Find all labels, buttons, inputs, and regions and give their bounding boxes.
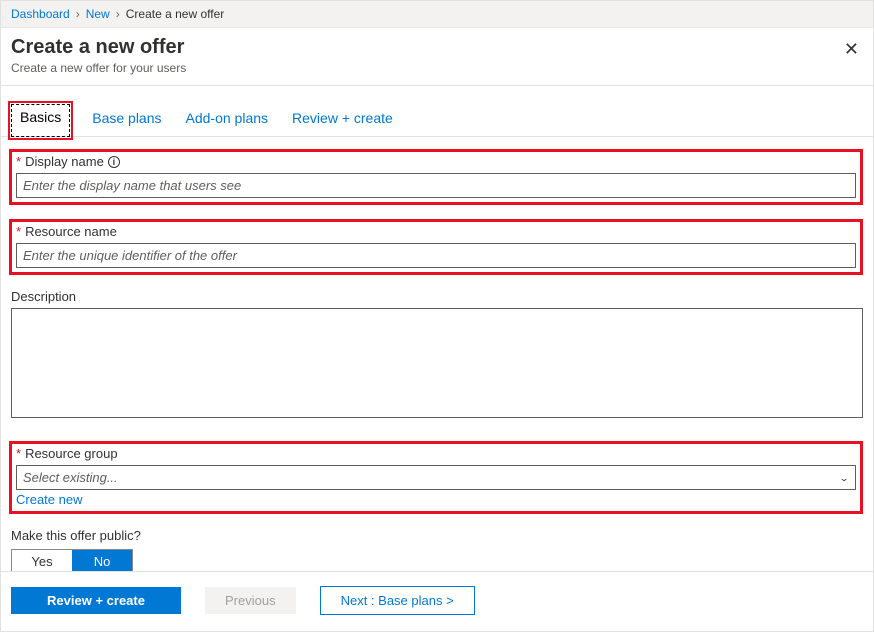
close-icon[interactable]: ✕ bbox=[840, 36, 863, 62]
toggle-yes[interactable]: Yes bbox=[12, 550, 72, 571]
chevron-down-icon: ⌄ bbox=[839, 473, 849, 483]
required-asterisk: * bbox=[16, 224, 21, 239]
tab-basics[interactable]: Basics bbox=[11, 104, 70, 137]
tab-addon-plans[interactable]: Add-on plans bbox=[184, 104, 271, 136]
tab-base-plans[interactable]: Base plans bbox=[90, 104, 163, 136]
tab-review-create[interactable]: Review + create bbox=[290, 104, 395, 136]
label-text: Make this offer public? bbox=[11, 528, 141, 543]
breadcrumb-new[interactable]: New bbox=[86, 7, 110, 21]
breadcrumb: Dashboard › New › Create a new offer bbox=[1, 1, 873, 28]
description-textarea[interactable] bbox=[11, 308, 863, 418]
previous-button: Previous bbox=[205, 587, 296, 614]
resource-group-field-group: * Resource group Select existing... ⌄ Cr… bbox=[9, 441, 863, 514]
form-body: * Display name i * Resource name Descrip… bbox=[1, 137, 873, 571]
label-text: Resource group bbox=[25, 446, 118, 461]
toggle-no[interactable]: No bbox=[72, 550, 132, 571]
page-header: Create a new offer Create a new offer fo… bbox=[1, 28, 873, 86]
info-icon[interactable]: i bbox=[108, 156, 120, 168]
description-label: Description bbox=[11, 289, 863, 304]
make-public-field-group: Make this offer public? Yes No bbox=[11, 528, 863, 571]
breadcrumb-dashboard[interactable]: Dashboard bbox=[11, 7, 70, 21]
display-name-field-group: * Display name i bbox=[9, 149, 863, 205]
next-button[interactable]: Next : Base plans > bbox=[320, 586, 475, 615]
resource-name-label: * Resource name bbox=[16, 224, 856, 239]
review-create-button[interactable]: Review + create bbox=[11, 587, 181, 614]
chevron-right-icon: › bbox=[116, 7, 120, 21]
resource-name-field-group: * Resource name bbox=[9, 219, 863, 275]
make-public-label: Make this offer public? bbox=[11, 528, 863, 543]
tab-bar: Basics Base plans Add-on plans Review + … bbox=[1, 104, 873, 137]
label-text: Display name bbox=[25, 154, 104, 169]
resource-name-input[interactable] bbox=[16, 243, 856, 268]
display-name-label: * Display name i bbox=[16, 154, 856, 169]
page-subtitle: Create a new offer for your users bbox=[11, 61, 186, 75]
resource-group-select[interactable]: Select existing... ⌄ bbox=[16, 465, 856, 490]
label-text: Resource name bbox=[25, 224, 117, 239]
required-asterisk: * bbox=[16, 446, 21, 461]
yes-no-toggle: Yes No bbox=[11, 549, 133, 571]
description-field-group: Description bbox=[11, 289, 863, 421]
required-asterisk: * bbox=[16, 154, 21, 169]
footer-actions: Review + create Previous Next : Base pla… bbox=[1, 571, 873, 631]
page-title: Create a new offer bbox=[11, 36, 186, 59]
create-new-link[interactable]: Create new bbox=[16, 492, 82, 507]
chevron-right-icon: › bbox=[76, 7, 80, 21]
select-placeholder: Select existing... bbox=[23, 470, 118, 485]
resource-group-label: * Resource group bbox=[16, 446, 856, 461]
display-name-input[interactable] bbox=[16, 173, 856, 198]
breadcrumb-current: Create a new offer bbox=[126, 7, 225, 21]
label-text: Description bbox=[11, 289, 76, 304]
